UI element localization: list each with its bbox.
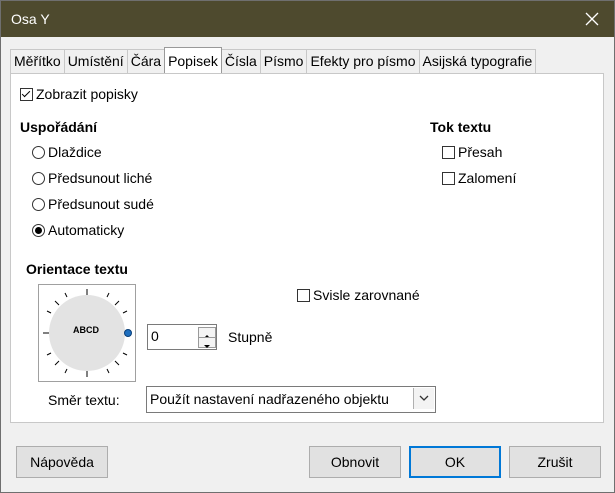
close-icon[interactable] — [580, 7, 604, 31]
dialog-window: Osa Y Měřítko Umístění Čára Popisek Čísl… — [0, 0, 615, 493]
cancel-button[interactable]: Zrušit — [509, 446, 601, 478]
chevron-down-icon — [419, 395, 429, 401]
break-label[interactable]: Zalomení — [458, 170, 516, 186]
tab-asian-typography[interactable]: Asijská typografie — [418, 49, 537, 73]
vertically-stacked-checkbox[interactable] — [297, 289, 310, 302]
arrangement-heading: Uspořádání — [20, 119, 98, 135]
tab-label[interactable]: Popisek — [164, 47, 222, 73]
radio-automatic-label[interactable]: Automaticky — [48, 222, 124, 238]
tab-bar: Měřítko Umístění Čára Popisek Čísla Písm… — [10, 47, 537, 73]
tab-numbers[interactable]: Čísla — [220, 49, 261, 73]
radio-automatic[interactable] — [32, 224, 45, 237]
show-labels-checkbox[interactable] — [20, 88, 33, 101]
window-title: Osa Y — [11, 11, 50, 27]
tab-scale[interactable]: Měřítko — [10, 49, 65, 73]
dropdown-button[interactable] — [413, 388, 434, 409]
tab-font[interactable]: Písmo — [259, 49, 308, 73]
text-flow-heading: Tok textu — [430, 119, 492, 135]
degrees-input[interactable] — [151, 326, 191, 346]
dial-preview-text: ABCD — [73, 325, 99, 335]
show-labels-label[interactable]: Zobrazit popisky — [36, 86, 138, 102]
reset-button[interactable]: Obnovit — [309, 446, 401, 478]
tab-panel: Zobrazit popisky Uspořádání Dlaždice Pře… — [10, 73, 604, 423]
orientation-heading: Orientace textu — [26, 261, 128, 277]
tab-positioning[interactable]: Umístění — [63, 49, 128, 73]
overlap-label[interactable]: Přesah — [458, 144, 502, 160]
degrees-spinbox[interactable] — [147, 324, 217, 350]
text-direction-value: Použít nastavení nadřazeného objektu — [150, 391, 389, 407]
degrees-label: Stupně — [228, 329, 273, 345]
help-button[interactable]: Nápověda — [16, 446, 108, 478]
vertically-stacked-label[interactable]: Svisle zarovnané — [313, 287, 420, 303]
overlap-checkbox[interactable] — [442, 146, 455, 159]
radio-tile[interactable] — [32, 146, 45, 159]
radio-tile-label[interactable]: Dlaždice — [48, 144, 102, 160]
text-direction-label: Směr textu: — [48, 392, 120, 408]
radio-stagger-odd[interactable] — [32, 172, 45, 185]
rotation-dial[interactable]: ABCD — [38, 284, 136, 382]
tab-line[interactable]: Čára — [126, 49, 166, 73]
radio-stagger-even-label[interactable]: Předsunout sudé — [48, 196, 154, 212]
spin-down-button[interactable] — [198, 337, 216, 348]
ok-button[interactable]: OK — [409, 446, 501, 478]
radio-stagger-even[interactable] — [32, 198, 45, 211]
radio-stagger-odd-label[interactable]: Předsunout liché — [48, 170, 152, 186]
title-bar: Osa Y — [1, 1, 614, 37]
chevron-down-icon — [204, 345, 210, 348]
text-direction-select[interactable]: Použít nastavení nadřazeného objektu — [146, 386, 436, 413]
tab-font-effects[interactable]: Efekty pro písmo — [306, 49, 420, 73]
break-checkbox[interactable] — [442, 172, 455, 185]
